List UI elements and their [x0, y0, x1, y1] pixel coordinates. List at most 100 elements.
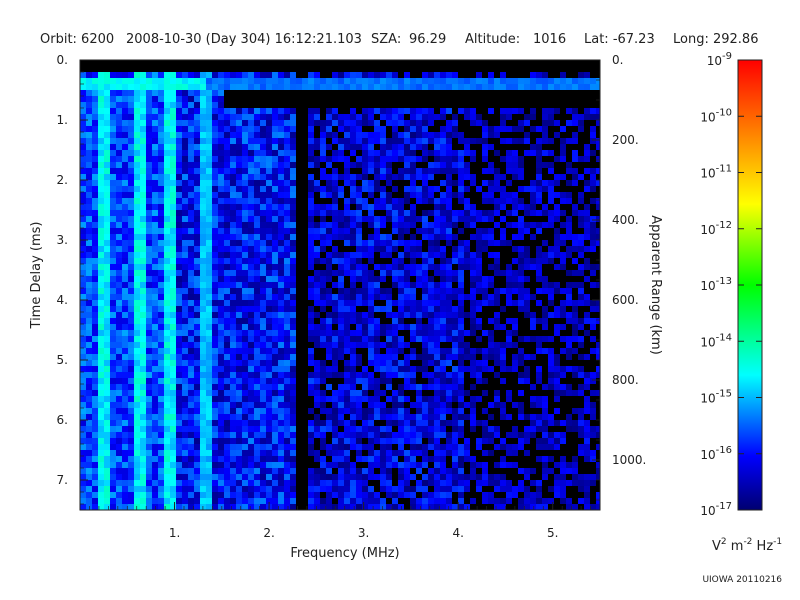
heatmap-cell: [320, 132, 326, 138]
heatmap-cell: [110, 372, 116, 378]
heatmap-cell: [458, 378, 464, 384]
heatmap-cell: [146, 504, 152, 510]
heatmap-cell: [98, 480, 104, 486]
heatmap-cell: [224, 222, 230, 228]
heatmap-cell: [140, 474, 146, 480]
heatmap-cell: [584, 420, 590, 426]
heatmap-cell: [200, 108, 206, 114]
heatmap-cell: [182, 486, 188, 492]
heatmap-cell: [170, 210, 176, 216]
heatmap-cell: [170, 408, 176, 414]
heatmap-cell: [386, 162, 392, 168]
heatmap-cell: [338, 324, 344, 330]
heatmap-cell: [560, 144, 566, 150]
heatmap-cell: [422, 234, 428, 240]
heatmap-cell: [128, 324, 134, 330]
heatmap-cell: [284, 438, 290, 444]
heatmap-cell: [110, 384, 116, 390]
heatmap-cell: [80, 108, 86, 114]
heatmap-cell: [566, 78, 572, 84]
heatmap-cell: [584, 354, 590, 360]
heatmap-cell: [590, 174, 596, 180]
heatmap-cell: [236, 234, 242, 240]
heatmap-cell: [212, 162, 218, 168]
heatmap-cell: [248, 390, 254, 396]
heatmap-cell: [212, 336, 218, 342]
heatmap-cell: [128, 198, 134, 204]
heatmap-cell: [98, 228, 104, 234]
heatmap-cell: [554, 360, 560, 366]
heatmap-cell: [230, 168, 236, 174]
heatmap-cell: [278, 120, 284, 126]
heatmap-cell: [188, 426, 194, 432]
heatmap-cell: [452, 396, 458, 402]
heatmap-cell: [356, 78, 362, 84]
heatmap-cell: [452, 294, 458, 300]
heatmap-cell: [278, 150, 284, 156]
heatmap-cell: [380, 372, 386, 378]
heatmap-cell: [434, 330, 440, 336]
heatmap-cell: [266, 324, 272, 330]
heatmap-cell: [356, 186, 362, 192]
heatmap-cell: [506, 492, 512, 498]
heatmap-cell: [548, 210, 554, 216]
heatmap-cell: [110, 264, 116, 270]
heatmap-cell: [158, 216, 164, 222]
heatmap-cell: [134, 102, 140, 108]
heatmap-cell: [212, 120, 218, 126]
heatmap-cell: [122, 144, 128, 150]
heatmap-cell: [236, 168, 242, 174]
heatmap-cell: [374, 330, 380, 336]
heatmap-cell: [236, 432, 242, 438]
heatmap-cell: [224, 174, 230, 180]
heatmap-cell: [182, 504, 188, 510]
heatmap-cell: [212, 294, 218, 300]
heatmap-cell: [98, 498, 104, 504]
heatmap-cell: [410, 78, 416, 84]
heatmap-cell: [356, 144, 362, 150]
heatmap-cell: [452, 216, 458, 222]
heatmap-cell: [188, 378, 194, 384]
heatmap-cell: [248, 324, 254, 330]
heatmap-cell: [332, 396, 338, 402]
heatmap-cell: [332, 258, 338, 264]
heatmap-cell: [122, 486, 128, 492]
heatmap-cell: [236, 378, 242, 384]
heatmap-cell: [182, 396, 188, 402]
heatmap-cell: [344, 120, 350, 126]
heatmap-cell: [242, 174, 248, 180]
heatmap-cell: [320, 390, 326, 396]
heatmap-cell: [212, 222, 218, 228]
heatmap-cell: [398, 156, 404, 162]
heatmap-cell: [488, 330, 494, 336]
heatmap-cell: [260, 288, 266, 294]
heatmap-cell: [338, 78, 344, 84]
heatmap-cell: [158, 324, 164, 330]
heatmap-cell: [254, 186, 260, 192]
heatmap-cell: [542, 162, 548, 168]
heatmap-cell: [146, 378, 152, 384]
heatmap-cell: [428, 294, 434, 300]
heatmap-cell: [254, 180, 260, 186]
heatmap-cell: [152, 438, 158, 444]
heatmap-cell: [206, 456, 212, 462]
heatmap-cell: [152, 108, 158, 114]
heatmap-cell: [110, 120, 116, 126]
heatmap-cell: [572, 84, 578, 90]
heatmap-cell: [554, 330, 560, 336]
heatmap-cell: [506, 366, 512, 372]
heatmap-cell: [122, 354, 128, 360]
heatmap-cell: [80, 336, 86, 342]
heatmap-cell: [80, 384, 86, 390]
heatmap-cell: [518, 162, 524, 168]
heatmap-cell: [326, 204, 332, 210]
heatmap-cell: [98, 132, 104, 138]
heatmap-cell: [338, 480, 344, 486]
heatmap-cell: [284, 378, 290, 384]
heatmap-cell: [464, 144, 470, 150]
heatmap-cell: [350, 462, 356, 468]
heatmap-cell: [260, 204, 266, 210]
heatmap-cell: [212, 210, 218, 216]
heatmap-cell: [152, 330, 158, 336]
heatmap-cell: [386, 216, 392, 222]
